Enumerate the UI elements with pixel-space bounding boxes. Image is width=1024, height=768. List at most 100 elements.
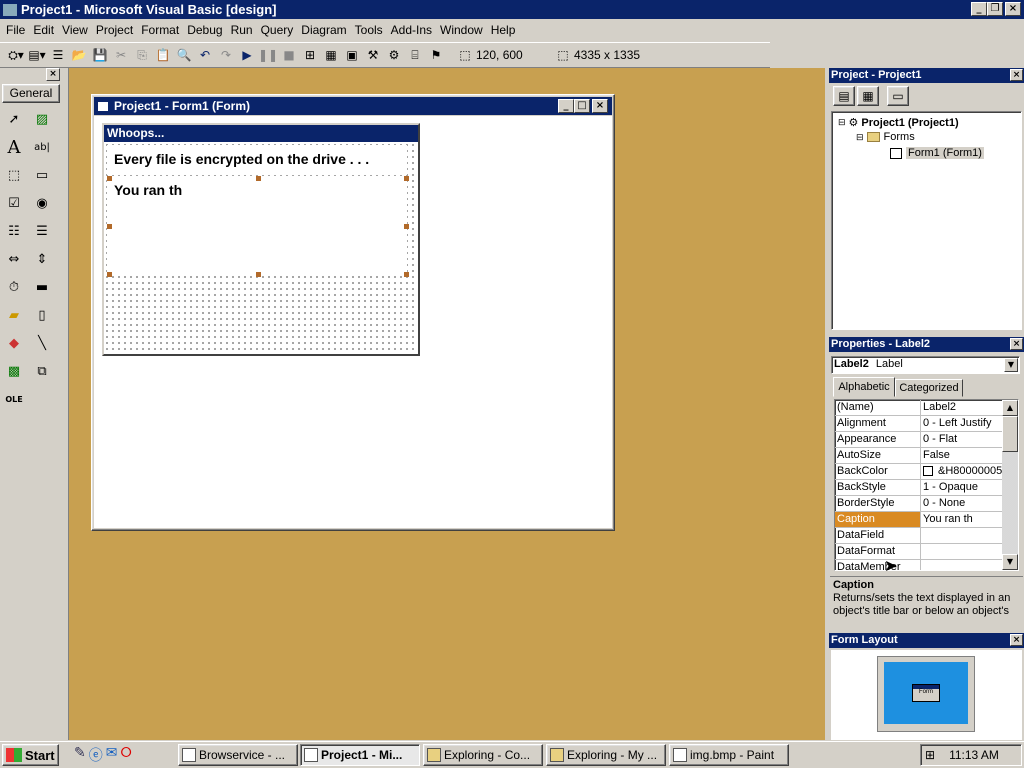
checkbox-icon[interactable]: ☑ [2,191,26,215]
menu-project[interactable]: Project [92,21,137,41]
form1-title-bar[interactable]: Whoops... [104,125,418,142]
vscrollbar-icon[interactable]: ⇕ [30,247,54,271]
paste-icon[interactable]: 📋 [153,45,173,65]
property-row[interactable]: DataField [835,528,1002,544]
menu-help[interactable]: Help [487,21,520,41]
save-icon[interactable]: 💾 [90,45,110,65]
property-value[interactable] [921,560,1002,570]
ie-icon[interactable]: ⓔ [89,745,103,765]
component-manager-icon[interactable]: ⚑ [426,45,446,65]
minimize-button[interactable]: _ [971,2,987,16]
label1[interactable]: Every file is encrypted on the drive . .… [107,145,407,175]
dirlistbox-icon[interactable]: ▰ [2,303,26,327]
listbox-icon[interactable]: ☰ [30,219,54,243]
project-explorer-close-button[interactable]: × [1010,69,1023,81]
toolbox-tab-general[interactable]: General [2,84,60,103]
toggle-folders-icon[interactable]: ▭ [887,86,909,106]
app-icon[interactable] [3,3,17,16]
view-code-icon[interactable]: ▤ [833,86,855,106]
menu-file[interactable]: File [2,21,29,41]
property-value[interactable] [921,528,1002,543]
shape-icon[interactable]: ◆ [2,331,26,355]
textbox-icon[interactable]: ab| [30,135,54,159]
show-desktop-icon[interactable]: ✎ [74,745,86,765]
cut-icon[interactable]: ✂ [111,45,131,65]
add-form-icon[interactable]: ▤▾ [27,45,47,65]
filelistbox-icon[interactable]: ▯ [30,303,54,327]
resize-handle[interactable] [404,272,409,277]
form-position-preview[interactable]: Form [912,684,940,702]
resize-handle[interactable] [107,176,112,181]
frame-icon[interactable]: ⬚ [2,163,26,187]
property-row[interactable]: Alignment 0 - Left Justify [835,416,1002,432]
menu-editor-icon[interactable]: ☰ [48,45,68,65]
property-row[interactable]: Appearance 0 - Flat [835,432,1002,448]
tree-node-form1[interactable]: Form1 (Form1) [890,147,984,159]
property-value[interactable]: 0 - None [921,496,1002,511]
project-explorer-icon[interactable]: ⊞ [300,45,320,65]
property-row[interactable]: BackStyle 1 - Opaque [835,480,1002,496]
menu-addins[interactable]: Add-Ins [387,21,436,41]
scroll-thumb[interactable] [1002,416,1018,452]
drivelistbox-icon[interactable]: ▬ [30,275,54,299]
redo-icon[interactable]: ↷ [216,45,236,65]
property-row[interactable]: AutoSize False [835,448,1002,464]
line-icon[interactable]: ╲ [30,331,54,355]
stop-icon[interactable]: ■ [279,45,299,65]
task-exploring-co[interactable]: Exploring - Co... [423,744,543,766]
pause-icon[interactable]: ❚❚ [258,45,278,65]
menu-format[interactable]: Format [137,21,183,41]
property-row[interactable]: (Name) Label2 [835,400,1002,416]
task-exploring-my[interactable]: Exploring - My ... [546,744,666,766]
resize-handle[interactable] [107,224,112,229]
menu-window[interactable]: Window [436,21,487,41]
combobox-icon[interactable]: ☷ [2,219,26,243]
property-value[interactable]: False [921,448,1002,463]
property-row[interactable]: DataMember [835,560,1002,570]
network-icon[interactable]: ⊞ [925,748,935,762]
menu-edit[interactable]: Edit [29,21,58,41]
property-row[interactable]: BackColor &H80000005 [835,464,1002,480]
property-row[interactable]: BorderStyle 0 - None [835,496,1002,512]
scroll-up-button[interactable]: ▲ [1002,400,1018,416]
property-value[interactable]: 1 - Opaque [921,480,1002,495]
find-icon[interactable]: 🔍 [174,45,194,65]
undo-icon[interactable]: ↶ [195,45,215,65]
collapse-icon[interactable]: ⊟ [856,132,864,143]
resize-handle[interactable] [256,176,261,181]
task-project1[interactable]: Project1 - Mi... [300,744,420,766]
property-value[interactable]: Label2 [921,400,1002,415]
scroll-down-button[interactable]: ▼ [1002,554,1018,570]
outlook-icon[interactable]: ✉ [106,745,118,765]
menu-diagram[interactable]: Diagram [297,21,350,41]
chevron-down-icon[interactable]: ▼ [1004,358,1018,372]
property-row[interactable]: DataFormat [835,544,1002,560]
add-project-icon[interactable]: ⛭▾ [6,45,26,65]
form-layout-icon[interactable]: ▣ [342,45,362,65]
form-window-maximize-button[interactable]: □ [574,99,590,113]
opera-icon[interactable]: ⭘ [120,745,131,765]
form-window-minimize-button[interactable]: _ [558,99,574,113]
label2[interactable]: You ran th [107,178,407,274]
optionbutton-icon[interactable]: ◉ [30,191,54,215]
restore-button[interactable]: ❐ [987,2,1003,16]
close-button[interactable]: × [1005,2,1021,16]
properties-close-button[interactable]: × [1010,338,1023,350]
image-icon[interactable]: ▩ [2,359,26,383]
ole-icon[interactable]: OLE [2,387,26,411]
data-view-icon[interactable]: ⌸ [405,45,425,65]
view-object-icon[interactable]: ▦ [857,86,879,106]
object-browser-icon[interactable]: ⚒ [363,45,383,65]
resize-handle[interactable] [404,224,409,229]
property-row[interactable]: Caption You ran th [835,512,1002,528]
copy-icon[interactable]: ⎘ [132,45,152,65]
run-icon[interactable]: ▶ [237,45,257,65]
property-value[interactable]: You ran th [921,512,1002,527]
commandbutton-icon[interactable]: ▭ [30,163,54,187]
open-icon[interactable]: 📂 [69,45,89,65]
object-selector[interactable]: Label2 Label ▼ [831,356,1020,374]
menu-run[interactable]: Run [227,21,257,41]
menu-query[interactable]: Query [257,21,298,41]
tree-node-forms[interactable]: ⊟ Forms [856,131,915,143]
clock[interactable]: 11:13 AM [949,748,999,762]
